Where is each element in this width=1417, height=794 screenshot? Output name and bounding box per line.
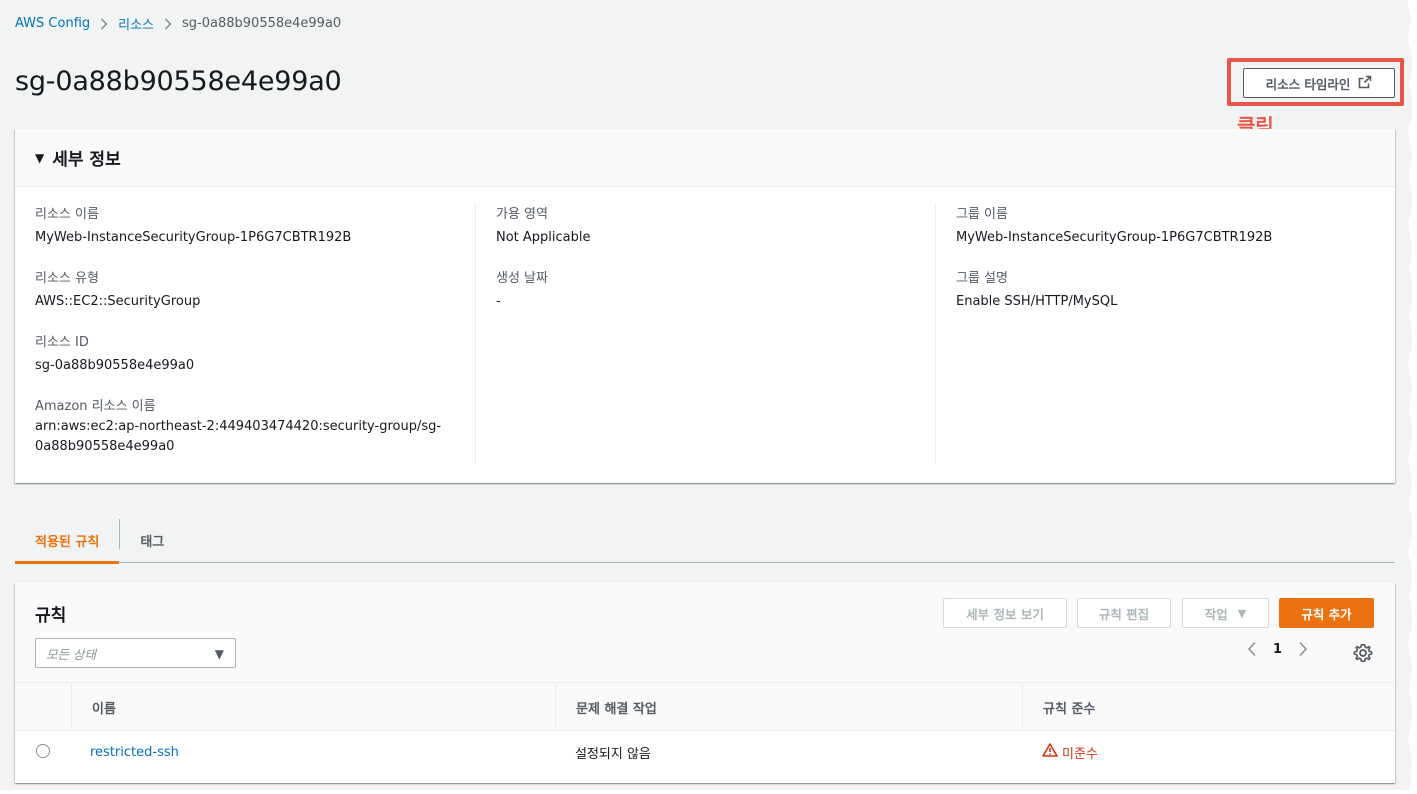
remediation-cell: 설정되지 않음 (575, 746, 651, 762)
compliance-status: 미준수 (1062, 746, 1098, 762)
breadcrumb: AWS Config 리소스 sg-0a88b90558e4e99a0 (15, 14, 341, 33)
field-label: 가용 영역 (496, 207, 548, 222)
breadcrumb-resources[interactable]: 리소스 (118, 14, 154, 33)
external-link-icon (1358, 75, 1372, 92)
group-name-field: 그룹 이름 MyWeb-InstanceSecurityGroup-1P6G7C… (956, 203, 1395, 248)
rule-name-link[interactable]: restricted-ssh (90, 745, 179, 760)
details-columns: 리소스 이름 MyWeb-InstanceSecurityGroup-1P6G7… (15, 203, 1395, 465)
group-description-field: 그룹 설명 Enable SSH/HTTP/MySQL (956, 267, 1395, 312)
resource-type-field: 리소스 유형 AWS::EC2::SecurityGroup (35, 267, 475, 312)
actions-label: 작업 (1204, 606, 1228, 622)
rules-header: 규칙 세부 정보 보기 규칙 편집 작업 ▼ 규칙 추가 모든 상태 ▼ 1 (15, 583, 1395, 683)
availability-zone-field: 가용 영역 Not Applicable (496, 203, 935, 248)
caret-down-icon: ▼ (214, 647, 224, 661)
details-header[interactable]: ▼ 세부 정보 (15, 129, 1395, 187)
gear-icon[interactable] (1353, 643, 1373, 663)
column-header-name[interactable]: 이름 (71, 683, 555, 731)
edit-rule-button[interactable]: 규칙 편집 (1077, 598, 1171, 628)
chevron-right-icon (100, 17, 108, 30)
chevron-right-icon[interactable] (1298, 641, 1308, 657)
chevron-right-icon (164, 17, 172, 30)
resource-id-field: 리소스 ID sg-0a88b90558e4e99a0 (35, 331, 475, 376)
warning-icon (1042, 743, 1058, 761)
details-column-3: 그룹 이름 MyWeb-InstanceSecurityGroup-1P6G7C… (935, 203, 1395, 465)
field-value: AWS::EC2::SecurityGroup (35, 294, 201, 309)
field-value: MyWeb-InstanceSecurityGroup-1P6G7CBTR192… (35, 230, 352, 245)
resource-timeline-label: 리소스 타임라인 (1265, 76, 1351, 92)
rules-title: 규칙 (35, 606, 67, 626)
breadcrumb-current: sg-0a88b90558e4e99a0 (182, 16, 342, 31)
pagination: 1 (1247, 641, 1308, 657)
rules-table-header: 이름 문제 해결 작업 규칙 준수 (15, 683, 1395, 731)
resource-timeline-button[interactable]: 리소스 타임라인 (1243, 68, 1395, 98)
details-column-2: 가용 영역 Not Applicable 생성 날짜 - (475, 203, 935, 465)
torn-edge-decoration (1407, 0, 1417, 794)
column-header-remediation[interactable]: 문제 해결 작업 (555, 683, 1022, 731)
field-label: 리소스 이름 (35, 207, 99, 222)
field-label: 그룹 설명 (956, 271, 1008, 286)
field-label: 그룹 이름 (956, 207, 1008, 222)
field-label: Amazon 리소스 이름 (35, 399, 156, 414)
tab-tags[interactable]: 태그 (120, 517, 184, 563)
table-row[interactable]: restricted-ssh 설정되지 않음 미준수 (15, 731, 1395, 773)
field-value: sg-0a88b90558e4e99a0 (35, 358, 195, 373)
chevron-left-icon[interactable] (1247, 641, 1257, 657)
field-value: - (496, 294, 501, 309)
row-radio-button[interactable] (36, 744, 50, 758)
field-label: 생성 날짜 (496, 271, 548, 286)
compliance-cell: 미준수 (1042, 731, 1098, 773)
field-value: Enable SSH/HTTP/MySQL (956, 294, 1118, 309)
details-panel: ▼ 세부 정보 리소스 이름 MyWeb-InstanceSecurityGro… (15, 129, 1395, 483)
resource-name-field: 리소스 이름 MyWeb-InstanceSecurityGroup-1P6G7… (35, 203, 475, 248)
field-value: MyWeb-InstanceSecurityGroup-1P6G7CBTR192… (956, 230, 1273, 245)
tab-applied-rules[interactable]: 적용된 규칙 (15, 517, 120, 564)
rules-panel: 규칙 세부 정보 보기 규칙 편집 작업 ▼ 규칙 추가 모든 상태 ▼ 1 이… (15, 583, 1395, 783)
page-number[interactable]: 1 (1273, 642, 1282, 657)
details-title: 세부 정보 (52, 150, 121, 170)
page-title: sg-0a88b90558e4e99a0 (15, 66, 342, 97)
actions-dropdown[interactable]: 작업 ▼ (1182, 598, 1269, 628)
status-filter-select[interactable]: 모든 상태 ▼ (35, 638, 236, 668)
add-rule-button[interactable]: 규칙 추가 (1279, 598, 1374, 628)
field-value: arn:aws:ec2:ap-northeast-2:449403474420:… (35, 419, 442, 454)
creation-date-field: 생성 날짜 - (496, 267, 935, 312)
details-column-1: 리소스 이름 MyWeb-InstanceSecurityGroup-1P6G7… (15, 203, 475, 465)
caret-down-icon: ▼ (1237, 606, 1247, 620)
arn-field: Amazon 리소스 이름 arn:aws:ec2:ap-northeast-2… (35, 395, 475, 457)
tab-bar: 적용된 규칙 태그 (15, 517, 1395, 564)
field-value: Not Applicable (496, 230, 591, 245)
field-label: 리소스 유형 (35, 271, 99, 286)
field-label: 리소스 ID (35, 335, 89, 350)
status-filter-placeholder: 모든 상태 (46, 646, 96, 662)
rule-name-cell: restricted-ssh (90, 731, 179, 773)
view-details-button[interactable]: 세부 정보 보기 (943, 598, 1067, 628)
caret-down-icon: ▼ (35, 150, 45, 165)
breadcrumb-aws-config[interactable]: AWS Config (15, 16, 90, 31)
page: AWS Config 리소스 sg-0a88b90558e4e99a0 sg-0… (0, 0, 1412, 790)
column-header-compliance[interactable]: 규칙 준수 (1022, 683, 1395, 731)
